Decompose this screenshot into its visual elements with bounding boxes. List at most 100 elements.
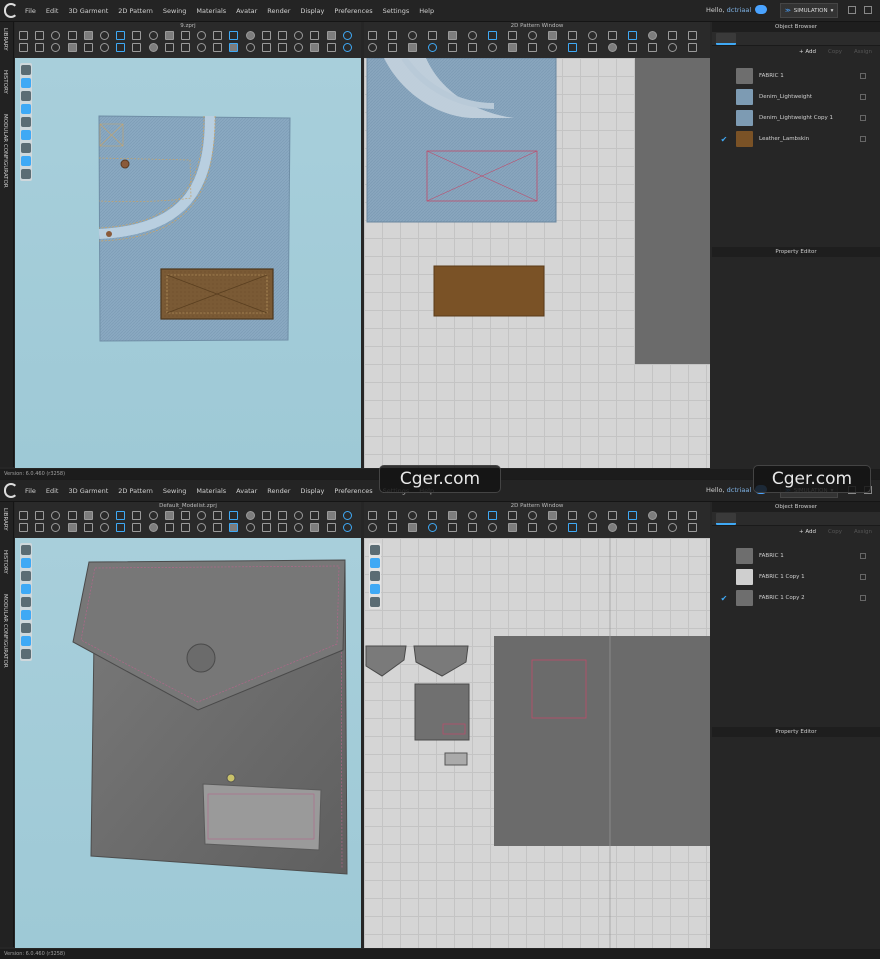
user-greeting: Hello, dctriaal — [706, 486, 751, 494]
assign-button[interactable]: Assign — [854, 529, 872, 535]
copy-button[interactable]: Copy — [828, 529, 842, 535]
menu-avatar[interactable]: Avatar — [231, 487, 262, 495]
visibility-toggle-icon[interactable] — [860, 574, 866, 580]
fabric-list-item[interactable]: Denim_Lightweight Copy 1 — [712, 108, 880, 128]
menu-file[interactable]: File — [20, 7, 41, 15]
2d-tool-icons[interactable] — [368, 511, 706, 532]
user-name[interactable]: dctriaal — [727, 6, 752, 14]
menu-preferences[interactable]: Preferences — [329, 7, 377, 15]
menu-help[interactable]: Help — [414, 7, 439, 15]
3d-window-title: Default_Modelist.zprj — [159, 503, 217, 509]
menu-settings[interactable]: Settings — [378, 7, 415, 15]
fabric-list: FABRIC 1 Denim_Lightweight Denim_Lightweig… — [712, 58, 880, 234]
assign-button[interactable]: Assign — [854, 49, 872, 55]
menu-3d-garment[interactable]: 3D Garment — [63, 487, 113, 495]
menu-2d-pattern[interactable]: 2D Pattern — [113, 487, 158, 495]
visibility-toggle-icon[interactable] — [860, 595, 866, 601]
menu-display[interactable]: Display — [295, 487, 329, 495]
menu-sewing[interactable]: Sewing — [158, 7, 192, 15]
object-browser-tabs[interactable] — [712, 32, 880, 46]
3d-denim-pocket-garment[interactable] — [15, 58, 361, 468]
maximize-icon[interactable] — [864, 6, 872, 14]
fabric-list-item[interactable]: ✔ FABRIC 1 Copy 2 — [712, 588, 880, 608]
version-status: Version: 6.0.460 (r3258) — [0, 949, 880, 959]
2d-pattern-viewport[interactable] — [364, 58, 710, 468]
fabric-swatch — [736, 89, 753, 105]
2d-pattern-pieces[interactable] — [364, 58, 710, 468]
object-browser-tabs[interactable] — [712, 512, 880, 526]
visibility-toggle-icon[interactable] — [860, 73, 866, 79]
user-greeting: Hello, dctriaal — [706, 6, 751, 14]
tab-trim-icon[interactable] — [782, 33, 802, 45]
user-name[interactable]: dctriaal — [727, 486, 752, 494]
tab-more-icon[interactable] — [848, 33, 868, 45]
menu-2d-pattern[interactable]: 2D Pattern — [113, 7, 158, 15]
minimize-icon[interactable] — [848, 6, 856, 14]
menu-render[interactable]: Render — [262, 7, 295, 15]
fabric-list-item[interactable]: FABRIC 1 Copy 1 — [712, 567, 880, 587]
menu-edit[interactable]: Edit — [41, 7, 64, 15]
tab-history[interactable]: HISTORY — [2, 70, 8, 94]
main-menu: File Edit 3D Garment 2D Pattern Sewing M… — [20, 0, 439, 22]
tab-button-icon[interactable] — [738, 33, 758, 45]
menu-edit[interactable]: Edit — [41, 487, 64, 495]
fabric-name: FABRIC 1 — [759, 73, 784, 79]
tab-more-icon[interactable] — [848, 513, 868, 525]
menu-preferences[interactable]: Preferences — [329, 487, 377, 495]
tab-fabric-icon[interactable] — [716, 32, 736, 45]
2d-pattern-pieces[interactable] — [364, 538, 710, 948]
tab-modular-configurator[interactable]: MODULAR CONFIGURATOR — [2, 114, 8, 188]
right-panel: Object Browser + Add Copy Assign FABRIC … — [712, 22, 880, 467]
tab-graphic-icon[interactable] — [804, 33, 824, 45]
visibility-toggle-icon[interactable] — [860, 553, 866, 559]
2d-window-title: 2D Pattern Window — [510, 23, 564, 29]
fabric-swatch — [736, 548, 753, 564]
tab-trim-icon[interactable] — [782, 513, 802, 525]
add-button[interactable]: + Add — [799, 49, 816, 55]
tab-sphere-icon[interactable] — [826, 513, 846, 525]
3d-tool-icons[interactable] — [19, 511, 357, 532]
fabric-name: Denim_Lightweight Copy 1 — [759, 115, 833, 121]
menu-3d-garment[interactable]: 3D Garment — [63, 7, 113, 15]
cloud-icon[interactable] — [755, 5, 767, 14]
menu-materials[interactable]: Materials — [191, 487, 231, 495]
visibility-toggle-icon[interactable] — [860, 94, 866, 100]
menu-display[interactable]: Display — [295, 7, 329, 15]
fabric-name: FABRIC 1 Copy 2 — [759, 595, 805, 601]
3d-tool-icons[interactable] — [19, 31, 357, 52]
tab-library[interactable]: LIBRARY — [2, 28, 8, 51]
tab-modular-configurator[interactable]: MODULAR CONFIGURATOR — [2, 594, 8, 668]
2d-toolbar: 2D Pattern Window — [364, 502, 710, 538]
3d-viewport[interactable] — [15, 58, 361, 468]
3d-viewport[interactable] — [15, 538, 361, 948]
clo3d-window-top: File Edit 3D Garment 2D Pattern Sewing M… — [0, 0, 880, 479]
copy-button[interactable]: Copy — [828, 49, 842, 55]
fabric-list-item[interactable]: ✔ Leather_Lambskin — [712, 129, 880, 149]
visibility-toggle-icon[interactable] — [860, 136, 866, 142]
2d-tool-icons[interactable] — [368, 31, 706, 52]
menu-file[interactable]: File — [20, 487, 41, 495]
tab-topstitch-icon[interactable] — [760, 33, 780, 45]
tab-topstitch-icon[interactable] — [760, 513, 780, 525]
tab-library[interactable]: LIBRARY — [2, 508, 8, 531]
add-button[interactable]: + Add — [799, 529, 816, 535]
tab-button-icon[interactable] — [738, 513, 758, 525]
fabric-swatch — [736, 110, 753, 126]
simulation-mode-button[interactable]: ≫SIMULATION▾ — [780, 3, 838, 18]
fabric-list-item[interactable]: Denim_Lightweight — [712, 87, 880, 107]
tab-fabric-icon[interactable] — [716, 512, 736, 525]
menu-materials[interactable]: Materials — [191, 7, 231, 15]
visibility-toggle-icon[interactable] — [860, 115, 866, 121]
watermark-left: Cger.com — [379, 465, 501, 493]
menu-render[interactable]: Render — [262, 487, 295, 495]
tab-sphere-icon[interactable] — [826, 33, 846, 45]
fabric-list-item[interactable]: FABRIC 1 — [712, 66, 880, 86]
tab-graphic-icon[interactable] — [804, 513, 824, 525]
menu-avatar[interactable]: Avatar — [231, 7, 262, 15]
fabric-list-item[interactable]: FABRIC 1 — [712, 546, 880, 566]
tab-history[interactable]: HISTORY — [2, 550, 8, 574]
checkmark-icon: ✔ — [720, 593, 728, 603]
menu-sewing[interactable]: Sewing — [158, 487, 192, 495]
3d-flap-pocket-garment[interactable] — [15, 538, 361, 948]
2d-pattern-viewport[interactable] — [364, 538, 710, 948]
